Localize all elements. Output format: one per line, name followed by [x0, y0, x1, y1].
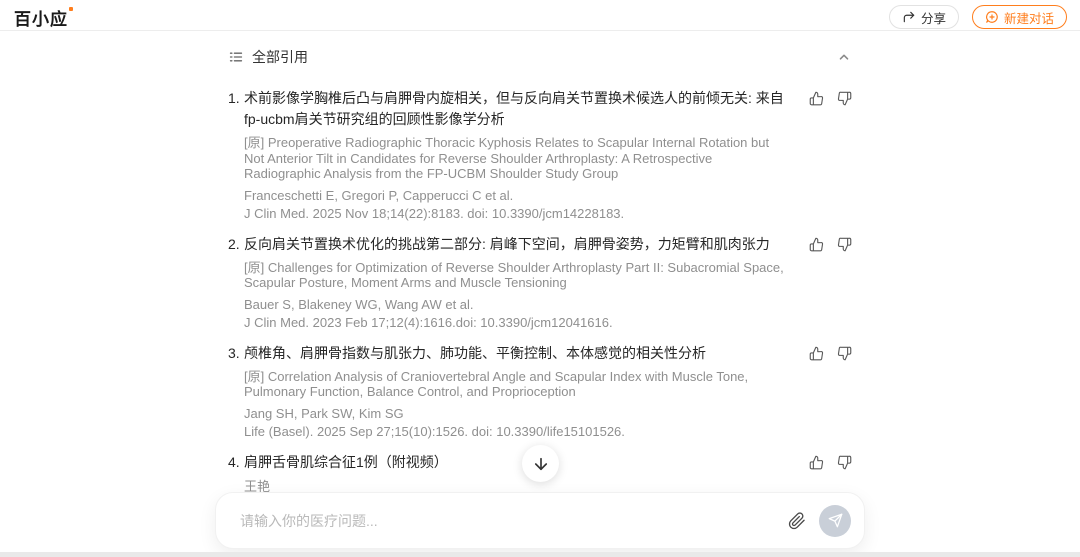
app-logo-text: 百小应 — [14, 10, 68, 29]
citation-number: 1. — [228, 90, 240, 106]
scroll-to-bottom-button[interactable] — [522, 445, 559, 482]
citation-actions — [800, 234, 852, 252]
citation-authors: Bauer S, Blakeney WG, Wang AW et al. — [244, 296, 474, 312]
app-logo: 百小应 — [14, 5, 73, 30]
topbar-actions: 分享 新建对话 — [888, 5, 1067, 29]
citation-list: 1. 术前影像学胸椎后凸与肩胛骨内旋相关，但与反向肩关节置换术候选人的前倾无关:… — [228, 88, 852, 495]
citation-authors: Jang SH, Park SW, Kim SG — [244, 405, 404, 421]
new-chat-button[interactable]: 新建对话 — [971, 5, 1067, 29]
citation-body: 2. 反向肩关节置换术优化的挑战第二部分: 肩峰下空间，肩胛骨姿势，力矩臂和肌肉… — [228, 234, 800, 331]
thumbs-up-icon[interactable] — [809, 237, 824, 252]
citation-journal: J Clin Med. 2025 Nov 18;14(22):8183. doi… — [244, 205, 625, 221]
citation-title-zh[interactable]: 术前影像学胸椎后凸与肩胛骨内旋相关，但与反向肩关节置换术候选人的前倾无关: 来自… — [244, 88, 790, 130]
share-icon — [902, 10, 916, 24]
logo-accent-dot — [69, 7, 73, 11]
list-icon — [228, 49, 244, 65]
citation-authors: Franceschetti E, Gregori P, Capperucci C… — [244, 187, 514, 203]
citation-title-zh[interactable]: 肩胛舌骨肌综合征1例（附视频） — [244, 452, 790, 473]
thumbs-up-icon[interactable] — [809, 346, 824, 361]
share-button-label: 分享 — [920, 11, 946, 26]
citation-body: 4. 肩胛舌骨肌综合征1例（附视频） 王艳 — [228, 452, 800, 495]
citation-title-en: [原] Correlation Analysis of Cranioverteb… — [244, 368, 749, 400]
message-composer — [215, 492, 865, 549]
citation-number: 2. — [228, 235, 240, 252]
citation-body: 1. 术前影像学胸椎后凸与肩胛骨内旋相关，但与反向肩关节置换术候选人的前倾无关:… — [228, 88, 800, 222]
citation-actions — [800, 452, 852, 470]
thumbs-down-icon[interactable] — [837, 237, 852, 252]
thumbs-down-icon[interactable] — [837, 455, 852, 470]
send-button[interactable] — [819, 504, 851, 537]
citation-actions — [800, 88, 852, 106]
citation-number: 4. — [228, 453, 240, 470]
citation-journal: J Clin Med. 2023 Feb 17;12(4):1616.doi: … — [244, 314, 613, 330]
thumbs-down-icon[interactable] — [837, 91, 852, 106]
top-bar: 百小应 分享 新建对话 — [0, 0, 1080, 31]
citations-panel: 全部引用 1. 术前影像学胸椎后凸与肩胛骨内旋相关，但与反向肩关节置换术候选人的… — [228, 46, 852, 507]
thumbs-up-icon[interactable] — [809, 455, 824, 470]
citations-panel-title: 全部引用 — [252, 49, 308, 65]
thumbs-down-icon[interactable] — [837, 346, 852, 361]
arrow-down-icon — [532, 455, 550, 473]
attach-button[interactable] — [788, 511, 806, 530]
citation-title-en: [原] Preoperative Radiographic Thoracic K… — [244, 135, 770, 181]
citation-title-zh[interactable]: 颅椎角、肩胛骨指数与肌张力、肺功能、平衡控制、本体感觉的相关性分析 — [244, 343, 790, 364]
question-input[interactable] — [240, 512, 788, 529]
share-button[interactable]: 分享 — [888, 5, 959, 29]
new-chat-icon — [985, 10, 999, 24]
page-bottom-edge — [0, 552, 1080, 557]
citation-body: 3. 颅椎角、肩胛骨指数与肌张力、肺功能、平衡控制、本体感觉的相关性分析 [原]… — [228, 343, 800, 440]
citation-journal: Life (Basel). 2025 Sep 27;15(10):1526. d… — [244, 423, 625, 439]
citation-item-1: 1. 术前影像学胸椎后凸与肩胛骨内旋相关，但与反向肩关节置换术候选人的前倾无关:… — [228, 88, 852, 222]
citation-title-en: [原] Challenges for Optimization of Rever… — [244, 259, 784, 291]
send-plane-icon — [828, 513, 843, 528]
citation-item-3: 3. 颅椎角、肩胛骨指数与肌张力、肺功能、平衡控制、本体感觉的相关性分析 [原]… — [228, 343, 852, 440]
citations-panel-header: 全部引用 — [228, 46, 852, 68]
citation-title-zh[interactable]: 反向肩关节置换术优化的挑战第二部分: 肩峰下空间，肩胛骨姿势，力矩臂和肌肉张力 — [244, 234, 790, 255]
citation-item-2: 2. 反向肩关节置换术优化的挑战第二部分: 肩峰下空间，肩胛骨姿势，力矩臂和肌肉… — [228, 234, 852, 331]
citation-number: 3. — [228, 344, 240, 361]
thumbs-up-icon[interactable] — [809, 91, 824, 106]
citation-actions — [800, 343, 852, 361]
new-chat-button-label: 新建对话 — [1003, 11, 1054, 26]
collapse-chevron-up-icon[interactable] — [836, 49, 852, 65]
